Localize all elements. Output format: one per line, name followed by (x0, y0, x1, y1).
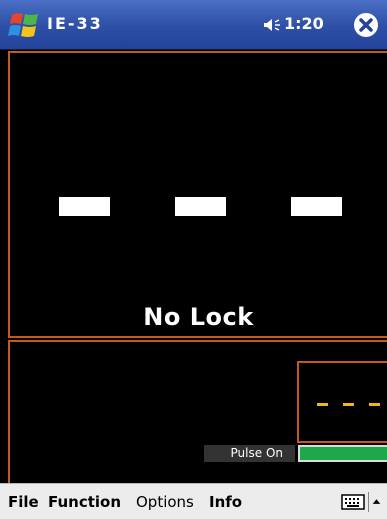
readout-dash (59, 197, 110, 216)
mini-readout-dash (343, 403, 354, 406)
menu-options[interactable]: Options (136, 493, 194, 511)
title-bar: IE-33 1:20 (0, 0, 387, 50)
close-button[interactable] (352, 11, 380, 39)
pulse-label: Pulse On (204, 445, 295, 462)
readout-dash (291, 197, 342, 216)
main-display: No Lock (8, 51, 387, 338)
up-arrow-icon[interactable] (368, 492, 384, 512)
readout-dash (175, 197, 226, 216)
menu-bar: File Function Options Info (0, 483, 387, 519)
windows-flag-icon[interactable] (8, 9, 42, 41)
menu-info[interactable]: Info (209, 493, 242, 511)
keyboard-icon[interactable] (341, 492, 365, 512)
app-title: IE-33 (47, 14, 103, 33)
menu-file[interactable]: File (8, 493, 39, 511)
menu-function[interactable]: Function (48, 493, 121, 511)
pulse-indicator[interactable] (298, 445, 387, 462)
mini-display (297, 361, 387, 443)
lock-status: No Lock (143, 303, 254, 331)
clock[interactable]: 1:20 (284, 14, 324, 33)
mini-readout-dash (317, 403, 328, 406)
mini-readout-dash (369, 403, 380, 406)
speaker-icon[interactable] (262, 15, 282, 35)
